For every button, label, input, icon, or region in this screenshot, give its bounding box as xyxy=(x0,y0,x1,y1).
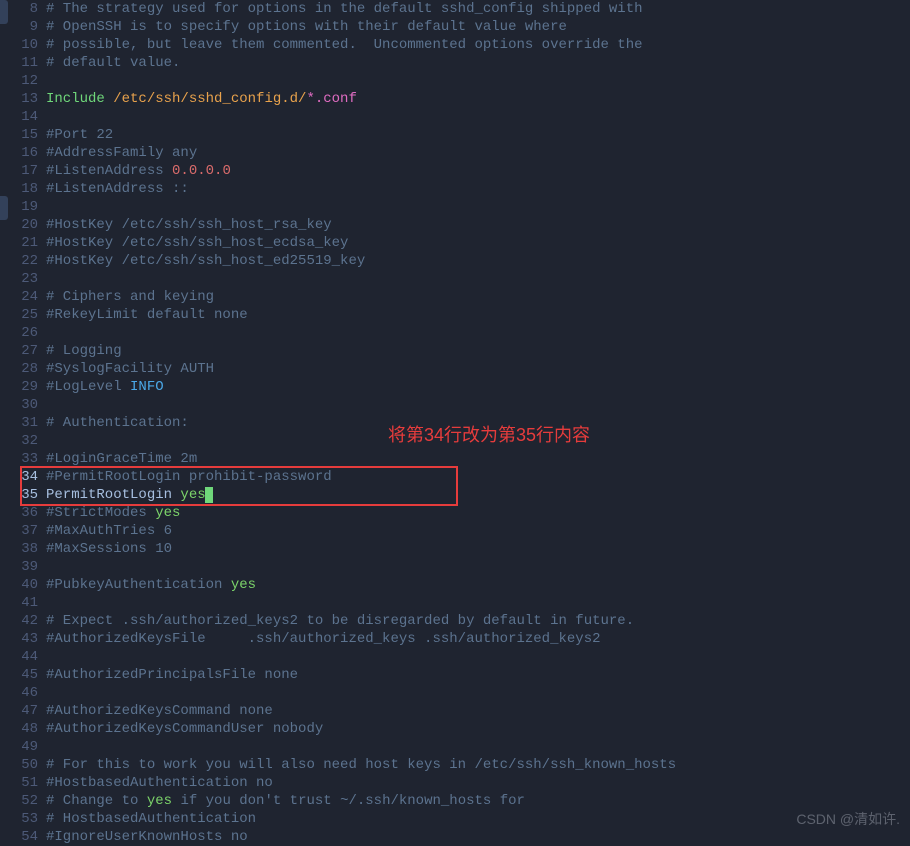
code-line[interactable]: PermitRootLogin yes xyxy=(46,486,910,504)
code-line[interactable]: # For this to work you will also need ho… xyxy=(46,756,910,774)
code-line[interactable] xyxy=(46,72,910,90)
line-number: 16 xyxy=(0,144,38,162)
line-number: 32 xyxy=(0,432,38,450)
code-line[interactable]: #HostKey /etc/ssh/ssh_host_ed25519_key xyxy=(46,252,910,270)
code-line[interactable]: #PermitRootLogin prohibit-password xyxy=(46,468,910,486)
line-number: 18 xyxy=(0,180,38,198)
line-number: 24 xyxy=(0,288,38,306)
line-number: 36 xyxy=(0,504,38,522)
code-line[interactable]: #AuthorizedPrincipalsFile none xyxy=(46,666,910,684)
line-number: 44 xyxy=(0,648,38,666)
line-number: 21 xyxy=(0,234,38,252)
code-line[interactable]: #HostKey /etc/ssh/ssh_host_ecdsa_key xyxy=(46,234,910,252)
line-number: 13 xyxy=(0,90,38,108)
code-line[interactable]: #StrictModes yes xyxy=(46,504,910,522)
code-line[interactable]: #RekeyLimit default none xyxy=(46,306,910,324)
line-number: 48 xyxy=(0,720,38,738)
line-number: 31 xyxy=(0,414,38,432)
line-number: 14 xyxy=(0,108,38,126)
line-number: 49 xyxy=(0,738,38,756)
code-editor[interactable]: 8910111213141516171819202122232425262728… xyxy=(0,0,910,846)
line-number: 29 xyxy=(0,378,38,396)
line-number: 38 xyxy=(0,540,38,558)
line-number: 53 xyxy=(0,810,38,828)
line-number: 33 xyxy=(0,450,38,468)
code-line[interactable]: #ListenAddress 0.0.0.0 xyxy=(46,162,910,180)
line-number: 35 xyxy=(0,486,38,504)
line-number-gutter: 8910111213141516171819202122232425262728… xyxy=(0,0,46,846)
line-number: 34 xyxy=(0,468,38,486)
code-line[interactable]: Include /etc/ssh/sshd_config.d/*.conf xyxy=(46,90,910,108)
line-number: 41 xyxy=(0,594,38,612)
code-content[interactable]: # The strategy used for options in the d… xyxy=(46,0,910,846)
code-line[interactable]: # Expect .ssh/authorized_keys2 to be dis… xyxy=(46,612,910,630)
line-number: 40 xyxy=(0,576,38,594)
line-number: 39 xyxy=(0,558,38,576)
code-line[interactable]: #Port 22 xyxy=(46,126,910,144)
code-line[interactable]: #AuthorizedKeysCommand none xyxy=(46,702,910,720)
code-line[interactable] xyxy=(46,594,910,612)
line-number: 8 xyxy=(0,0,38,18)
code-line[interactable] xyxy=(46,396,910,414)
code-line[interactable]: #PubkeyAuthentication yes xyxy=(46,576,910,594)
code-line[interactable] xyxy=(46,558,910,576)
line-number: 20 xyxy=(0,216,38,234)
line-number: 46 xyxy=(0,684,38,702)
code-line[interactable]: #MaxSessions 10 xyxy=(46,540,910,558)
line-number: 54 xyxy=(0,828,38,846)
code-line[interactable]: # possible, but leave them commented. Un… xyxy=(46,36,910,54)
line-number: 37 xyxy=(0,522,38,540)
code-line[interactable]: #SyslogFacility AUTH xyxy=(46,360,910,378)
code-line[interactable] xyxy=(46,684,910,702)
code-line[interactable] xyxy=(46,324,910,342)
code-line[interactable]: # OpenSSH is to specify options with the… xyxy=(46,18,910,36)
watermark: CSDN @清如许. xyxy=(796,810,900,828)
code-line[interactable]: #LoginGraceTime 2m xyxy=(46,450,910,468)
line-number: 47 xyxy=(0,702,38,720)
line-number: 51 xyxy=(0,774,38,792)
line-number: 27 xyxy=(0,342,38,360)
code-line[interactable]: # Change to yes if you don't trust ~/.ss… xyxy=(46,792,910,810)
code-line[interactable] xyxy=(46,198,910,216)
code-line[interactable]: #LogLevel INFO xyxy=(46,378,910,396)
text-cursor xyxy=(205,487,213,503)
code-line[interactable] xyxy=(46,648,910,666)
line-number: 17 xyxy=(0,162,38,180)
line-number: 25 xyxy=(0,306,38,324)
code-line[interactable] xyxy=(46,108,910,126)
code-line[interactable]: # default value. xyxy=(46,54,910,72)
line-number: 12 xyxy=(0,72,38,90)
code-line[interactable]: # The strategy used for options in the d… xyxy=(46,0,910,18)
code-line[interactable]: # Ciphers and keying xyxy=(46,288,910,306)
code-line[interactable]: #HostKey /etc/ssh/ssh_host_rsa_key xyxy=(46,216,910,234)
line-number: 28 xyxy=(0,360,38,378)
line-number: 11 xyxy=(0,54,38,72)
code-line[interactable]: # HostbasedAuthentication xyxy=(46,810,910,828)
line-number: 15 xyxy=(0,126,38,144)
line-number: 42 xyxy=(0,612,38,630)
code-line[interactable]: #IgnoreUserKnownHosts no xyxy=(46,828,910,846)
code-line[interactable]: #AddressFamily any xyxy=(46,144,910,162)
line-number: 9 xyxy=(0,18,38,36)
line-number: 22 xyxy=(0,252,38,270)
code-line[interactable] xyxy=(46,270,910,288)
line-number: 10 xyxy=(0,36,38,54)
line-number: 43 xyxy=(0,630,38,648)
line-number: 19 xyxy=(0,198,38,216)
line-number: 30 xyxy=(0,396,38,414)
code-line[interactable]: #MaxAuthTries 6 xyxy=(46,522,910,540)
line-number: 26 xyxy=(0,324,38,342)
line-number: 23 xyxy=(0,270,38,288)
code-line[interactable]: #ListenAddress :: xyxy=(46,180,910,198)
code-line[interactable]: #AuthorizedKeysFile .ssh/authorized_keys… xyxy=(46,630,910,648)
code-line[interactable] xyxy=(46,738,910,756)
line-number: 45 xyxy=(0,666,38,684)
code-line[interactable]: #AuthorizedKeysCommandUser nobody xyxy=(46,720,910,738)
line-number: 52 xyxy=(0,792,38,810)
code-line[interactable]: # Logging xyxy=(46,342,910,360)
line-number: 50 xyxy=(0,756,38,774)
annotation-text: 将第34行改为第35行内容 xyxy=(388,426,590,444)
code-line[interactable]: #HostbasedAuthentication no xyxy=(46,774,910,792)
